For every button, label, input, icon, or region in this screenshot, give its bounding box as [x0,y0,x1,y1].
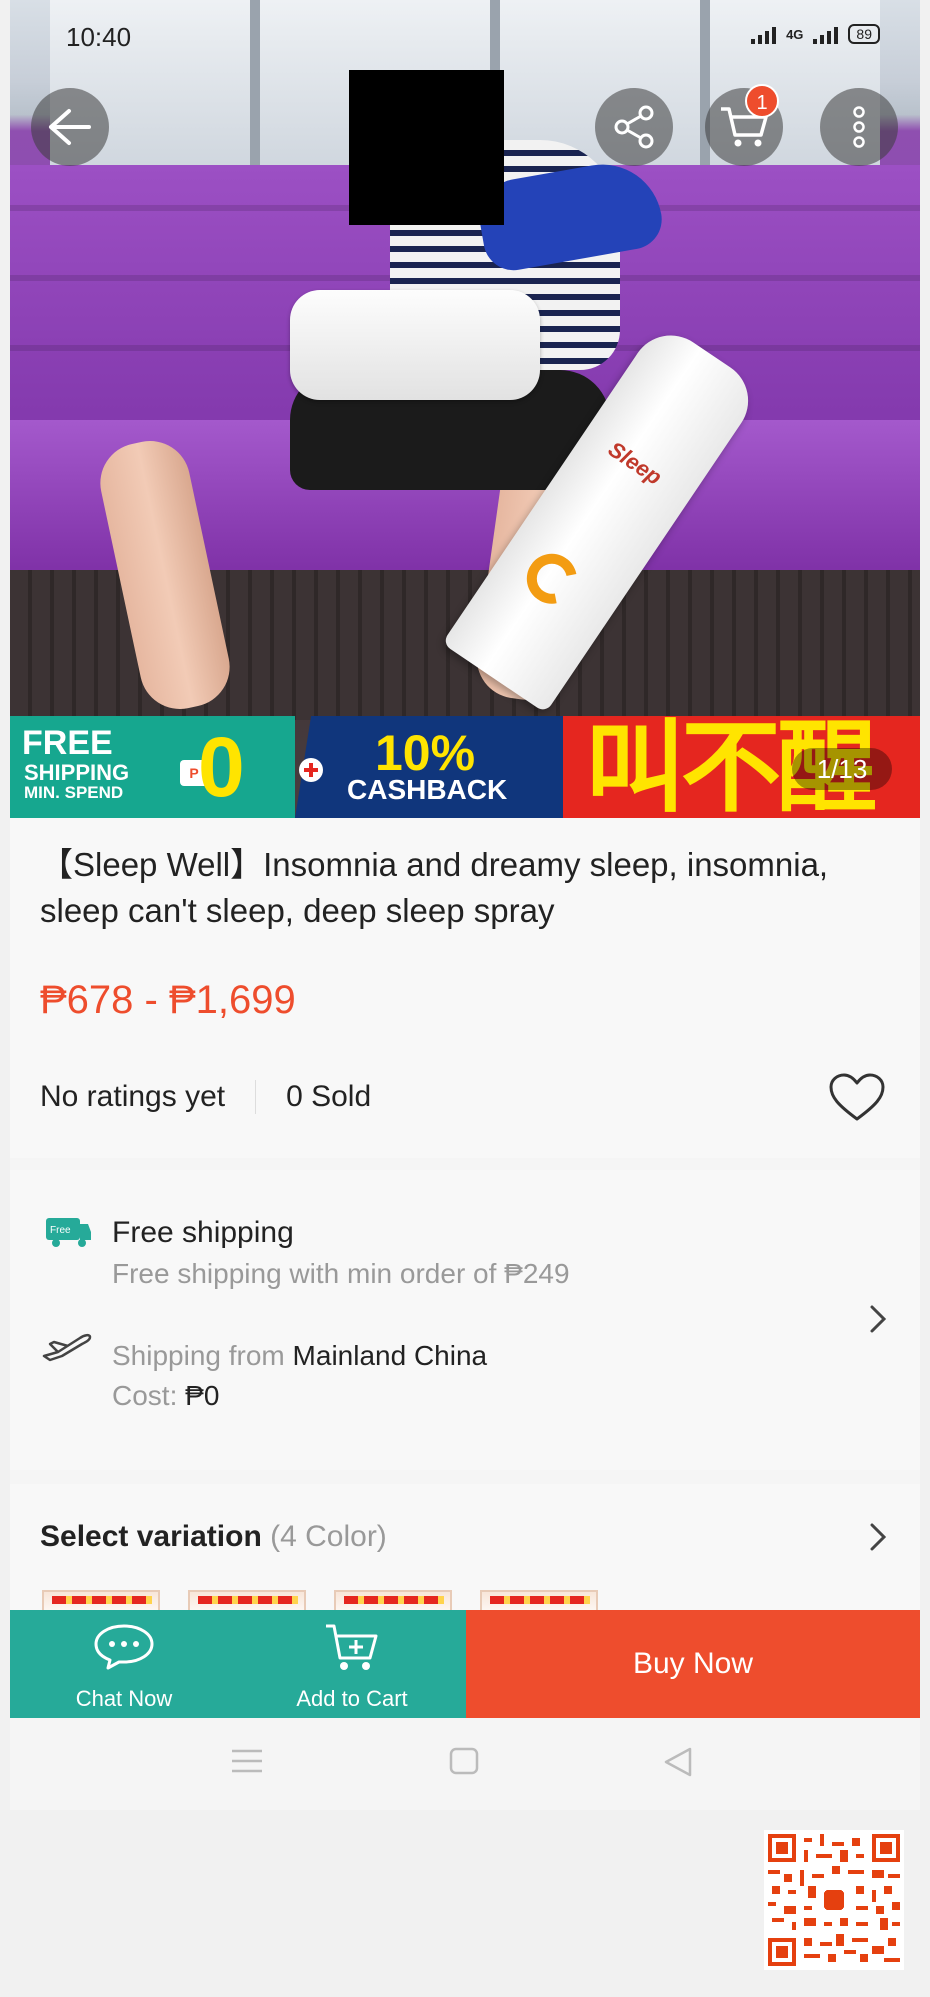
image-counter: 1/13 [792,748,892,790]
chevron-right-icon[interactable] [868,1304,888,1334]
qr-code-icon [764,1830,904,1970]
redaction-block [349,70,504,225]
rating-text: No ratings yet [40,1080,226,1113]
add-to-cart-button[interactable]: Add to Cart [238,1610,466,1718]
share-button[interactable] [595,88,673,166]
back-button[interactable] [31,88,109,166]
product-image-gallery[interactable]: Sleep 10:40 4G 89 1 FREE SHIPPING MIN. S… [10,0,920,818]
variation-count: (4 Color) [270,1520,387,1553]
promo-min-spend-text: MIN. SPEND [24,783,124,802]
truck-free-text: Free [50,1225,71,1236]
promo-banner: FREE SHIPPING MIN. SPEND P 0 10% CASHBAC… [10,709,920,818]
status-time: 10:40 [66,22,132,52]
product-price: ₱678 - ₱1,699 [40,978,296,1022]
battery-icon: 89 [848,24,880,44]
add-to-cart-label: Add to Cart [296,1686,408,1711]
status-indicators: 4G 89 [751,24,880,44]
cashback-promo: 10% CASHBACK [295,716,563,818]
divider [255,1080,257,1114]
sold-count: 0 Sold [286,1080,372,1113]
plus-circle-icon [299,758,323,782]
free-shipping-title: Free shipping [112,1216,294,1249]
photo-handbag [290,290,540,400]
free-shipping-subtitle: Free shipping with min order of ₱249 [112,1258,570,1289]
chevron-right-icon[interactable] [868,1522,888,1552]
network-label: 4G [786,26,804,42]
promo-free-text: FREE [22,724,113,762]
moon-logo-icon [517,544,587,614]
back-nav-icon[interactable] [662,1746,694,1778]
airplane-icon [42,1333,92,1362]
share-icon [614,105,654,149]
variation-label: Select variation [40,1520,262,1553]
more-vertical-icon [853,106,865,148]
promo-zero-amount: 0 [198,720,245,814]
free-shipping-row: Free shipping Free shipping with min ord… [112,1216,570,1290]
more-options-button[interactable] [820,88,898,166]
shipping-section[interactable]: Free Free shipping Free shipping with mi… [10,1170,920,1470]
cart-count-badge: 1 [745,84,779,118]
buy-now-button[interactable]: Buy Now [466,1610,920,1718]
heart-icon[interactable] [828,1073,886,1123]
cart-button[interactable]: 1 [705,84,783,166]
arrow-left-icon [49,109,91,145]
product-page: Sleep 10:40 4G 89 1 FREE SHIPPING MIN. S… [10,0,920,1810]
add-to-cart-icon [326,1624,378,1670]
chat-bubble-icon [94,1624,154,1670]
product-title: 【Sleep Well】Insomnia and dreamy sleep, i… [40,846,829,929]
signal-icon [751,24,777,44]
chat-now-label: Chat Now [75,1686,173,1711]
menu-icon[interactable] [230,1746,264,1776]
free-shipping-truck-icon: Free [46,1218,91,1247]
product-info-section: 【Sleep Well】Insomnia and dreamy sleep, i… [10,818,920,1158]
bottom-action-bar: Chat Now Add to Cart Buy Now [10,1610,920,1718]
chat-now-button[interactable]: Chat Now [10,1610,238,1718]
shipping-cost-value: ₱0 [185,1380,220,1411]
shipping-cost-label: Cost: [112,1380,178,1411]
home-icon[interactable] [448,1746,480,1776]
bottle-brand: Sleep [603,436,667,490]
cashback-label: CASHBACK [347,774,508,805]
variation-section[interactable]: Select variation (4 Color) [10,1484,920,1620]
system-nav-bar [10,1718,920,1810]
shipping-from-row: Shipping from Mainland China Cost: ₱0 [112,1340,487,1412]
shipping-from-value: Mainland China [292,1340,488,1371]
shipping-from-label: Shipping from [112,1340,285,1371]
rating-row: No ratings yet 0 Sold [40,1080,371,1114]
signal-icon-2 [813,24,839,44]
variation-label-row: Select variation (4 Color) [40,1520,387,1554]
free-shipping-promo: FREE SHIPPING MIN. SPEND P 0 [10,716,295,818]
